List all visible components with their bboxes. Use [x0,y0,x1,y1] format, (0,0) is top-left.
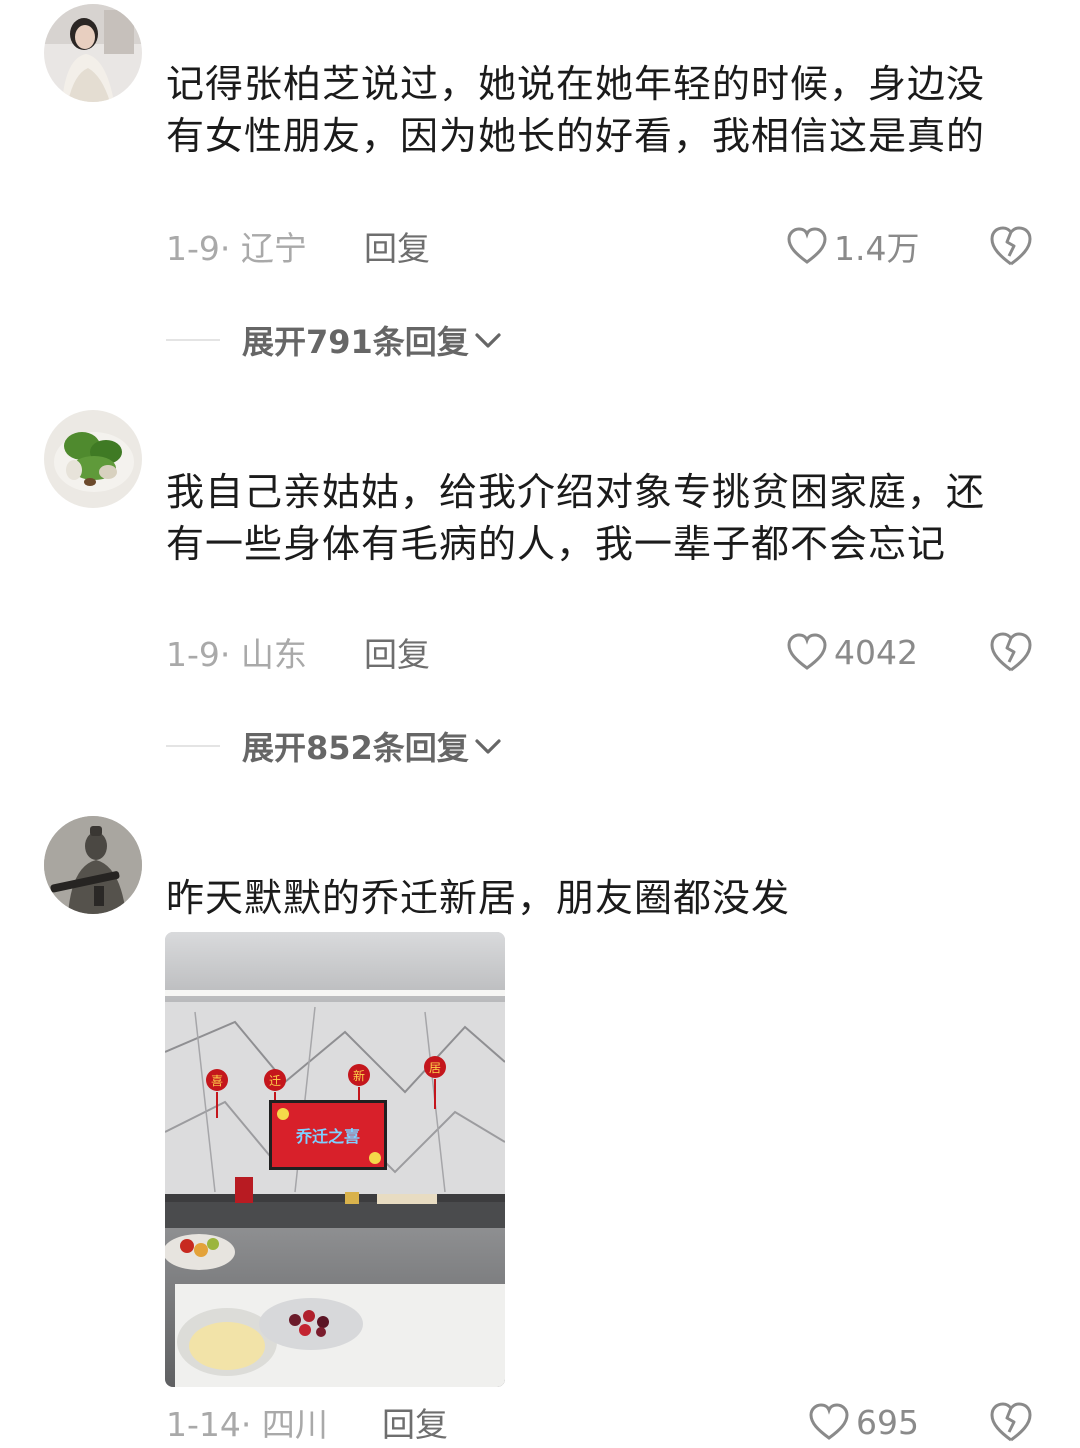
like-button[interactable]: 695 [808,1400,919,1444]
lantern-char: 喜 [211,1074,223,1088]
comment-text: 昨天默默的乔迁新居，朋友圈都没发 [166,876,791,920]
expand-replies-label: 展开852条回复 [242,729,469,767]
dislike-button[interactable] [988,630,1034,674]
broken-heart-icon [990,632,1032,672]
comment-text: 我自己亲姑姑，给我介绍对象专挑贫困家庭，还有一些身体有毛病的人，我一辈子都不会忘… [166,470,986,566]
avatar[interactable] [44,410,142,508]
reply-button[interactable]: 回复 [382,1400,448,1444]
heart-outline-icon [809,1403,849,1440]
heart-outline-icon [787,227,827,264]
divider-line [166,339,220,341]
dislike-button[interactable] [988,1400,1034,1444]
avatar-image [44,410,142,508]
lantern-char: 居 [429,1061,441,1075]
comment-item: 昨天默默的乔迁新居，朋友圈都没发 喜 迁 新 居 乔迁之喜 1-14· 四川 回… [0,810,1080,1444]
lantern-char: 新 [353,1068,365,1083]
chevron-down-icon [475,333,501,348]
living-room-photo: 喜 迁 新 居 乔迁之喜 [165,932,505,1387]
like-button[interactable]: 4042 [786,630,918,674]
comment-item: 我自己亲姑姑，给我介绍对象专挑贫困家庭，还有一些身体有毛病的人，我一辈子都不会忘… [0,400,1080,790]
like-button[interactable]: 1.4万 [786,224,919,268]
reply-button[interactable]: 回复 [364,224,430,268]
avatar[interactable] [44,4,142,102]
like-count: 695 [856,1402,919,1442]
avatar[interactable] [44,816,142,914]
expand-replies-button[interactable]: 展开852条回复 [166,724,503,768]
comment-date-location: 1-9· 山东 [166,635,307,674]
avatar-image [44,816,142,914]
comment-photo[interactable]: 喜 迁 新 居 乔迁之喜 [165,932,505,1387]
lantern-char: 迁 [269,1074,281,1088]
avatar-image [44,4,142,102]
heart-outline-icon [787,633,827,670]
broken-heart-icon [990,226,1032,266]
divider-line [166,745,220,747]
comment-date-location: 1-9· 辽宁 [166,229,307,268]
like-count: 1.4万 [834,229,920,268]
broken-heart-icon [990,1402,1032,1442]
like-count: 4042 [834,632,918,672]
dislike-button[interactable] [988,224,1034,268]
expand-replies-button[interactable]: 展开791条回复 [166,318,503,362]
comment-item: 记得张柏芝说过，她说在她年轻的时候，身边没有女性朋友，因为她长的好看，我相信这是… [0,0,1080,380]
reply-button[interactable]: 回复 [364,630,430,674]
expand-replies-label: 展开791条回复 [242,323,469,361]
comment-text: 记得张柏芝说过，她说在她年轻的时候，身边没有女性朋友，因为她长的好看，我相信这是… [166,62,986,158]
tv-screen-text: 乔迁之喜 [295,1127,360,1146]
comment-date-location: 1-14· 四川 [166,1405,328,1444]
chevron-down-icon [475,739,501,754]
